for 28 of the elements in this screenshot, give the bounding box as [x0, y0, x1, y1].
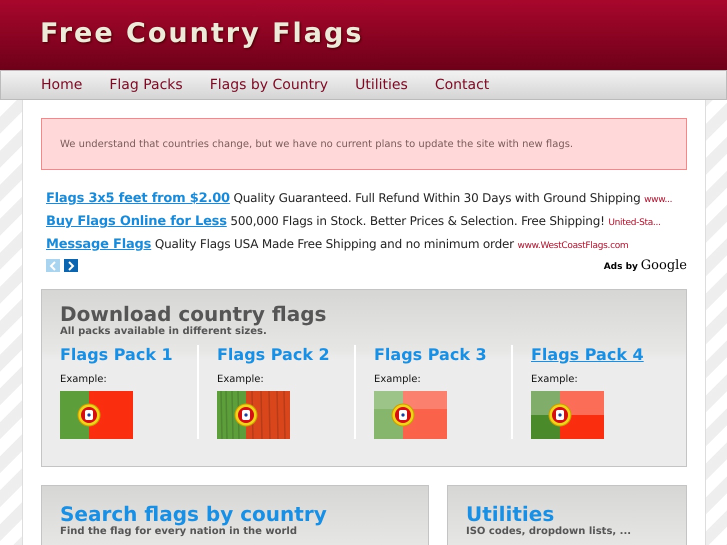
panel-subtitle: Find the flag for every nation in the world [60, 526, 298, 537]
example-label: Example: [60, 374, 108, 385]
ads-by-label[interactable]: Ads by Google [604, 258, 687, 273]
site-title: Free Country Flags [40, 18, 364, 50]
chevron-right-icon [67, 260, 75, 270]
example-label: Example: [374, 374, 422, 385]
nav-link[interactable]: Flag Packs [109, 77, 183, 93]
ad-url[interactable]: www.WestCoastFlags.com [518, 241, 628, 251]
ad-url[interactable]: United-Sta... [608, 218, 661, 228]
ad-link[interactable]: Buy Flags Online for Less [46, 214, 227, 229]
ad-link[interactable]: Message Flags [46, 237, 152, 252]
example-label: Example: [531, 374, 579, 385]
nav-link[interactable]: Home [41, 77, 82, 93]
ad-text: 500,000 Flags in Stock. Better Prices & Selection. Free Shipping! [230, 214, 605, 228]
ad-text: Quality Guaranteed. Full Refund Within 30 Days with Ground Shipping [234, 191, 640, 205]
nav-link[interactable]: Flags by Country [210, 77, 328, 93]
notice-text: We understand that countries change, but we have no current plans to update the site with new flags. [60, 138, 574, 150]
chevron-left-icon [49, 260, 57, 270]
nav-link[interactable]: Contact [434, 77, 490, 93]
ad-text: Quality Flags USA Made Free Shipping and no minimum order [154, 237, 514, 251]
example-label: Example: [217, 374, 265, 385]
ad-link[interactable]: Flags 3x5 feet from $2.00 [46, 191, 230, 206]
nav-link[interactable]: Utilities [355, 77, 408, 93]
panel-title: Download country flags [60, 302, 328, 326]
next-button[interactable] [64, 259, 78, 272]
panel-subtitle: ISO codes, dropdown lists, ... [466, 526, 632, 537]
ad-url[interactable]: www... [644, 195, 672, 205]
panel-subtitle: All packs available in different sizes. [60, 326, 268, 337]
